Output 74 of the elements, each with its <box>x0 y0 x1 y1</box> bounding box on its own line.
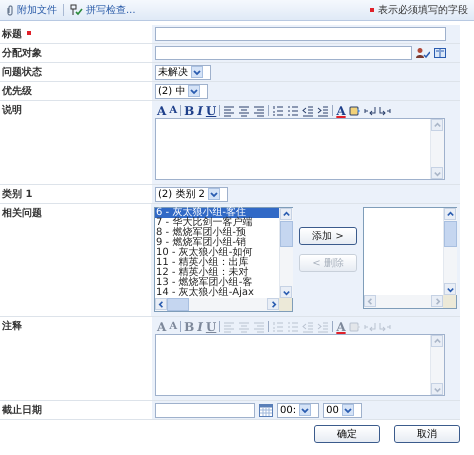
title-field[interactable] <box>155 27 446 41</box>
align-right-icon[interactable] <box>253 104 266 116</box>
scrollbar[interactable] <box>443 208 457 295</box>
list-item[interactable]: 13 - 燃烧军团小组-客 <box>155 278 279 288</box>
horizontal-scrollbar[interactable] <box>155 298 279 311</box>
field-label: 注释 <box>2 319 22 333</box>
align-center-icon[interactable] <box>238 104 250 116</box>
required-note: 表示必须填写的字段 <box>378 4 468 17</box>
list-item[interactable]: 11 - 精英小组：出库 <box>155 258 279 268</box>
field-label: 优先级 <box>2 84 32 98</box>
chevron-up-icon <box>446 210 454 218</box>
field-label: 类别 1 <box>2 188 32 201</box>
scroll-left-button[interactable] <box>155 298 167 310</box>
spell-check-icon <box>70 4 83 16</box>
address-book-icon[interactable] <box>434 48 446 58</box>
field-label: 标题 <box>2 28 22 41</box>
underline-button[interactable]: U <box>206 104 216 116</box>
scrollbar-corner <box>443 295 456 308</box>
spell-check-button[interactable]: 拼写检查... <box>70 3 136 17</box>
field-label: 问题状态 <box>2 66 42 79</box>
scrollbar[interactable] <box>279 208 293 298</box>
font-button[interactable]: A <box>157 104 166 116</box>
list-item[interactable]: 7 - 华大比剑一客户端 <box>155 218 279 228</box>
list-item[interactable]: 12 - 精英小组：未对 <box>155 268 279 278</box>
list-item[interactable]: 8 - 燃烧军团小组-预 <box>155 228 279 238</box>
list-item[interactable]: 9 - 燃烧军团小组-销 <box>155 238 279 248</box>
scroll-down-button[interactable] <box>444 283 456 295</box>
outdent-icon[interactable] <box>302 104 314 116</box>
issue-list[interactable]: 6 - 灰太狼小组-客住 7 - 华大比剑一客户端 8 - 燃烧军团小组-预 9 - 燃烧军团小组-销 10 - 灰太狼小组-如何 11 - 精英小组：出库 12 - 精英小组：未对 13 - 燃烧军团小组-客 14 - 灰太狼小组-Ajax <box>154 207 293 312</box>
assignee-field[interactable] <box>155 46 412 60</box>
text-color-button[interactable]: A <box>336 104 346 116</box>
scroll-up-button[interactable] <box>444 208 456 220</box>
selected-issue-list[interactable] <box>363 207 457 309</box>
calendar-icon[interactable] <box>259 404 273 416</box>
date-field[interactable] <box>155 402 255 418</box>
numbered-list-icon[interactable] <box>272 104 284 116</box>
cancel-button[interactable]: 取消 <box>394 425 460 443</box>
check-names-icon[interactable] <box>416 47 430 59</box>
add-button[interactable]: 添加 > <box>299 227 357 245</box>
dropdown[interactable]: (2) 类别 2 <box>155 186 228 202</box>
hour-dropdown[interactable]: 00: <box>277 402 320 418</box>
indent-icon[interactable] <box>317 104 330 116</box>
field-label: 截止日期 <box>2 404 42 417</box>
attach-file-button[interactable]: 附加文件 <box>6 3 57 17</box>
chevron-up-icon <box>282 210 290 218</box>
scrollbar-corner <box>279 298 292 311</box>
minute-dropdown[interactable]: 00 <box>323 402 362 418</box>
font-size-button[interactable]: A <box>169 104 178 116</box>
scrollbar-thumb[interactable] <box>280 221 293 247</box>
chevron-left-icon <box>366 296 374 306</box>
chevron-up-icon <box>432 336 442 346</box>
list-item[interactable]: 10 - 灰太狼小组-如何 <box>155 248 279 258</box>
scroll-right-button[interactable] <box>267 298 279 310</box>
chevron-left-icon <box>156 300 166 308</box>
scroll-down-button[interactable] <box>280 286 292 298</box>
align-left-icon[interactable] <box>223 104 236 116</box>
required-marker-icon <box>370 8 374 12</box>
highlight-icon[interactable] <box>348 104 361 116</box>
scrollbar-thumb[interactable] <box>444 221 457 247</box>
chevron-up-icon <box>432 120 442 130</box>
list-item[interactable]: 6 - 灰太狼小组-客住 <box>155 208 279 218</box>
scrollbar-thumb[interactable] <box>167 298 189 311</box>
field-label: 分配对象 <box>2 46 42 60</box>
dropdown[interactable]: 未解决 <box>155 64 211 80</box>
field-label: 相关问题 <box>2 206 42 220</box>
ok-button[interactable]: 确定 <box>314 425 380 443</box>
bold-button[interactable]: B <box>184 104 194 116</box>
dropdown[interactable]: (2) 中 <box>155 84 208 98</box>
field-label: 说明 <box>2 104 22 117</box>
italic-button[interactable]: I <box>197 104 203 116</box>
bullet-list-icon[interactable] <box>287 104 300 116</box>
list-item[interactable]: 14 - 灰太狼小组-Ajax <box>155 288 279 298</box>
scroll-up-button[interactable] <box>280 208 292 220</box>
paperclip-icon <box>6 4 14 16</box>
